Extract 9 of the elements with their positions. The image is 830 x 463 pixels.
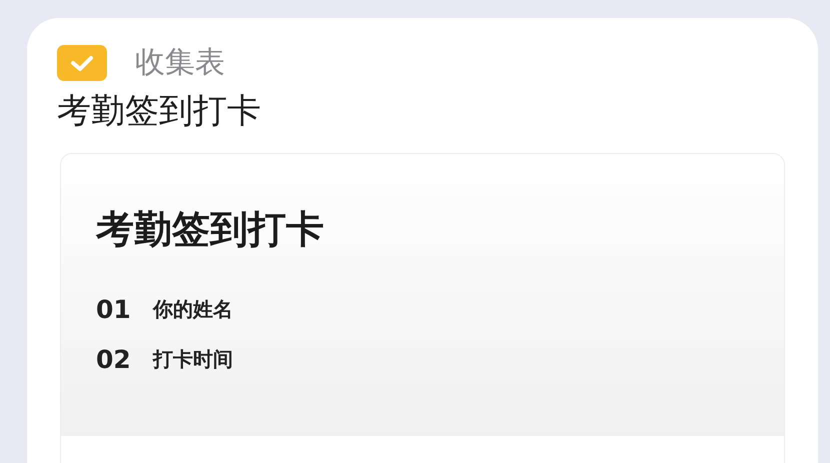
checkbox-icon [57,45,107,81]
question-number: 02 [96,344,131,374]
question-number: 01 [96,294,131,324]
question-label: 打卡时间 [152,346,233,372]
question-label: 你的姓名 [152,296,233,322]
form-title: 考勤签到打卡 [57,90,262,133]
type-label: 收集表 [135,45,225,81]
form-preview[interactable]: 考勤签到打卡 01 你的姓名 02 打卡时间 [60,153,785,463]
preview-title: 考勤签到打卡 [96,206,325,253]
